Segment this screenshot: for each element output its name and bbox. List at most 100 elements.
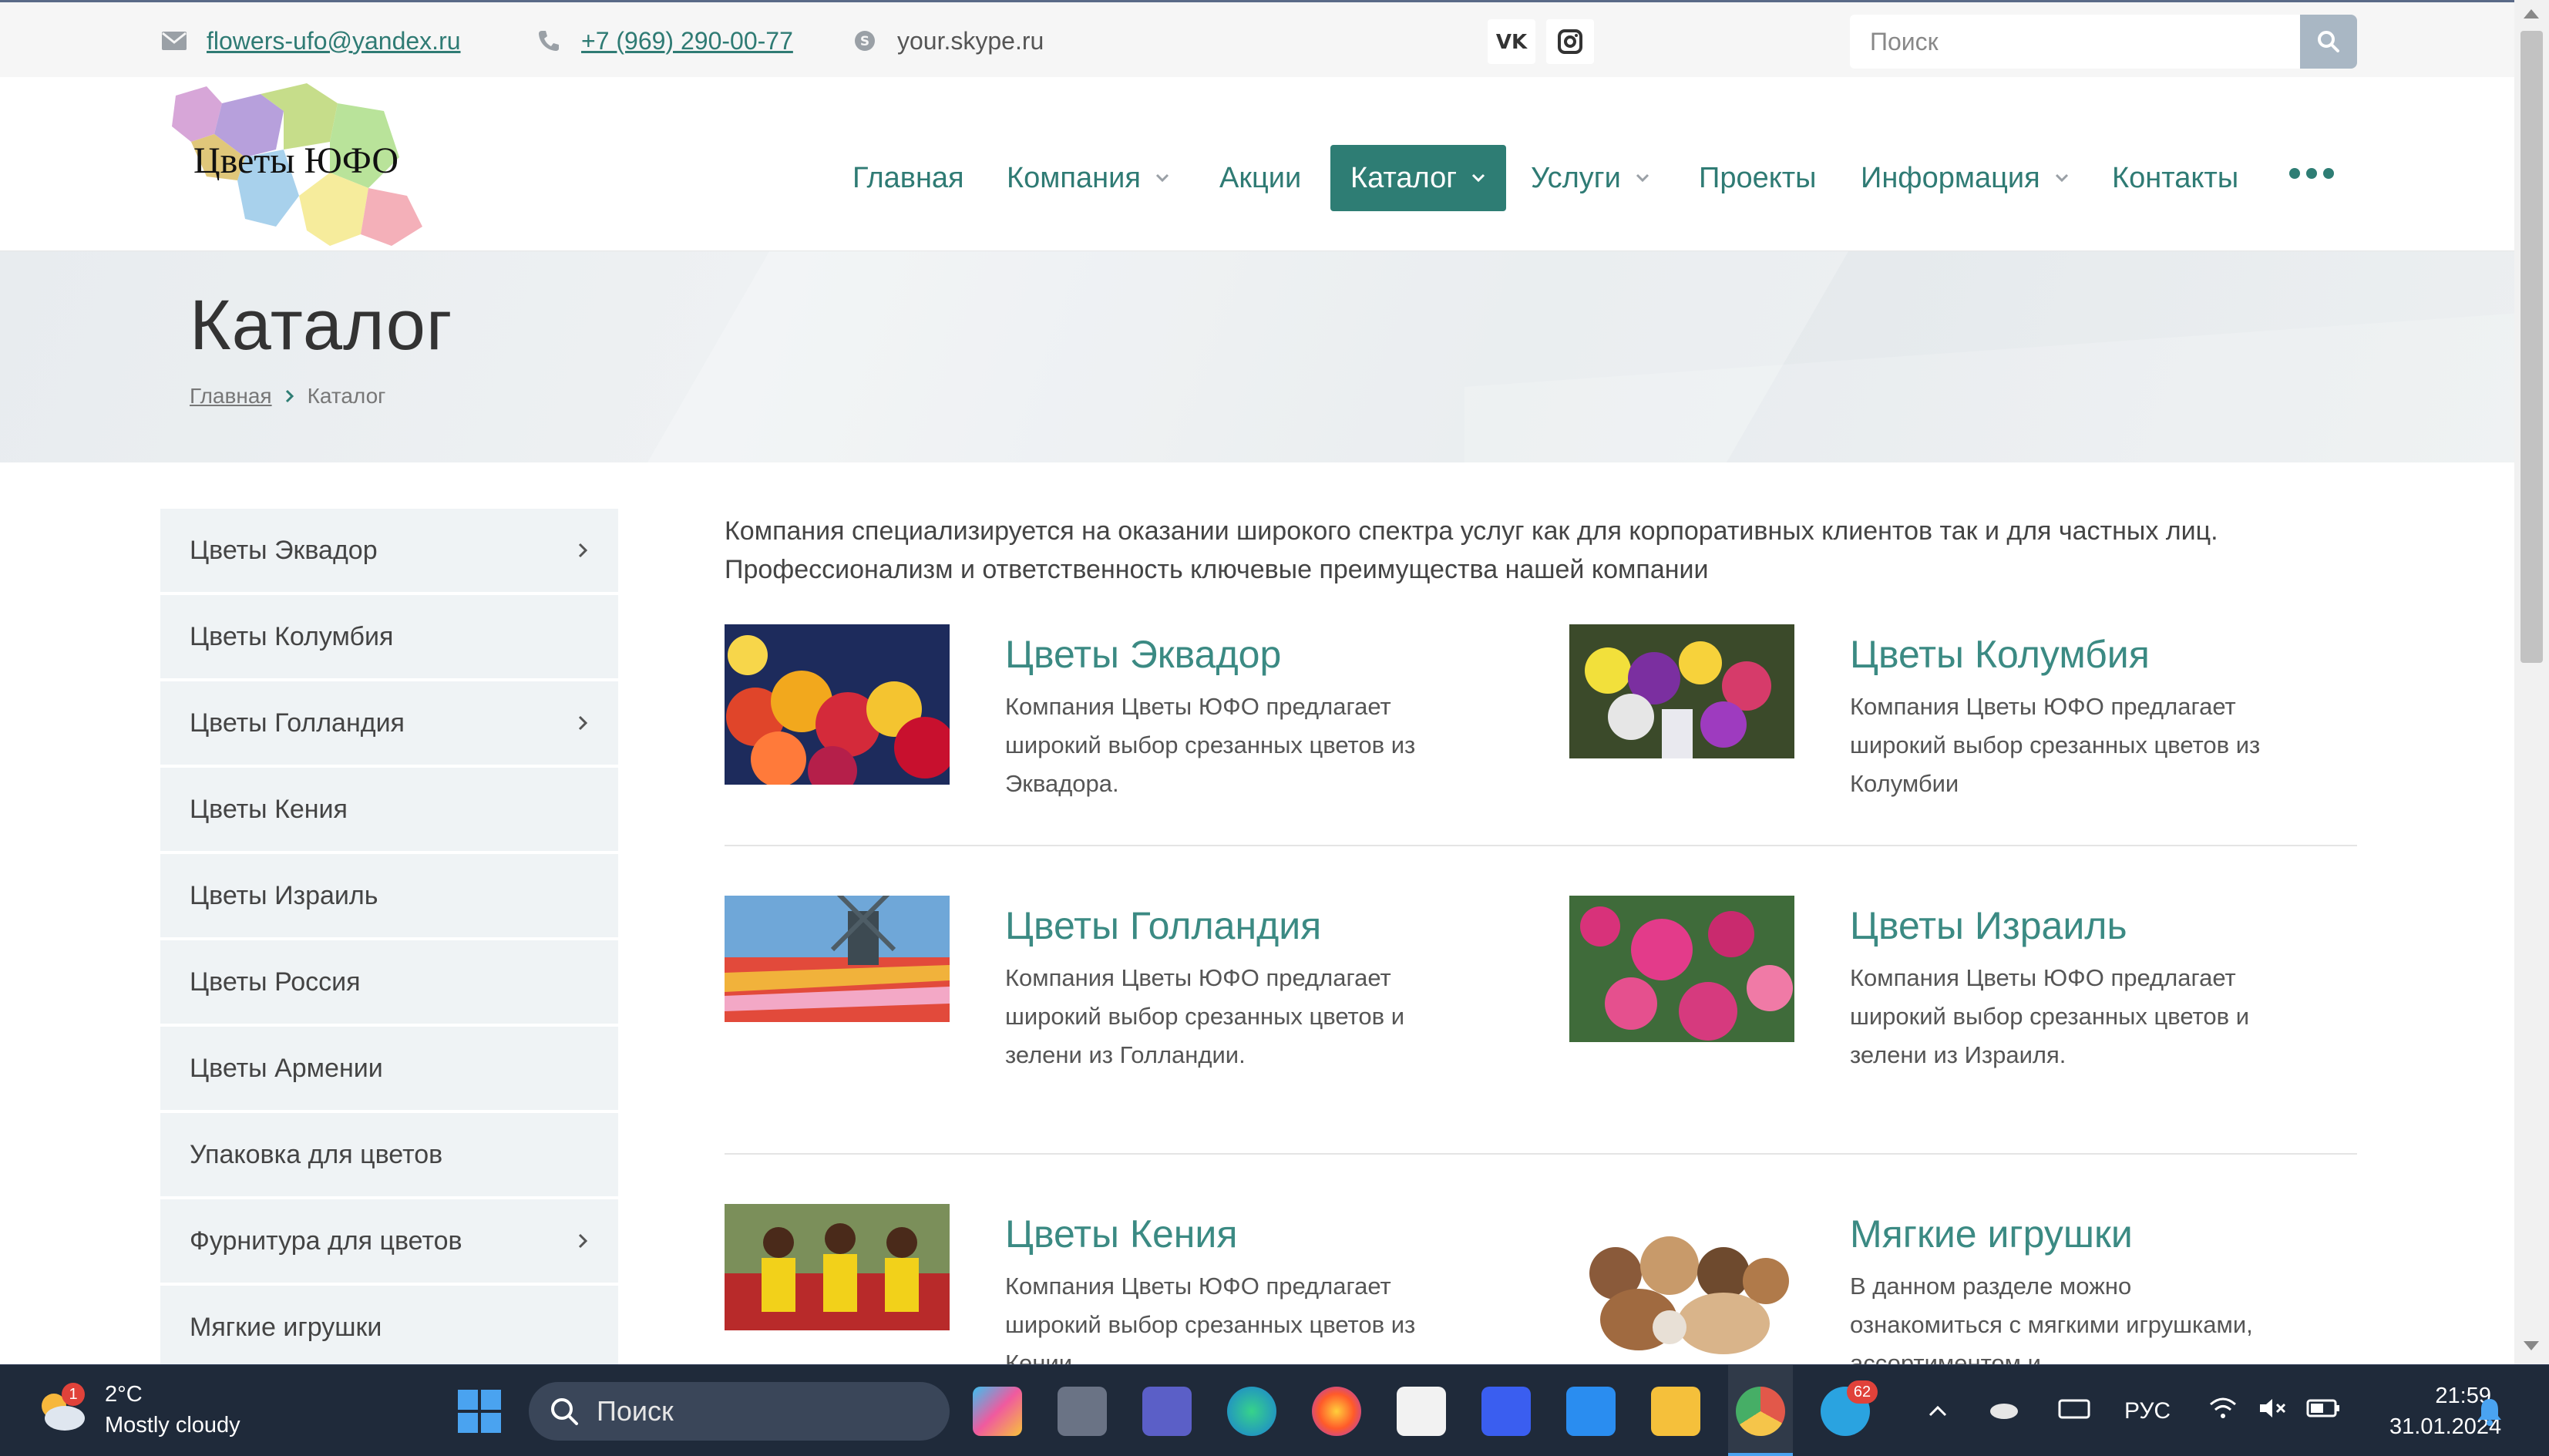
card-title[interactable]: Мягкие игрушки: [1850, 1212, 2133, 1256]
sidebar-item-label: Цветы Колумбия: [190, 621, 394, 651]
nav-item-projects[interactable]: Проекты: [1699, 145, 1816, 211]
edge-icon[interactable]: [1227, 1387, 1276, 1436]
svg-text:VK: VK: [1496, 32, 1528, 52]
site-search-input[interactable]: Поиск: [1850, 15, 2300, 69]
nav-label: Проекты: [1699, 161, 1817, 194]
nav-item-catalog[interactable]: Каталог: [1330, 145, 1507, 211]
card-image[interactable]: [1569, 896, 1794, 1042]
sidebar-item-israel[interactable]: Цветы Израиль: [160, 854, 618, 937]
svg-text:S: S: [860, 34, 869, 49]
instagram-button[interactable]: [1546, 19, 1594, 64]
input-language[interactable]: РУС: [2124, 1398, 2171, 1424]
card-description: Компания Цветы ЮФО предлагает широкий вы…: [1005, 964, 1405, 1068]
weather-widget[interactable]: 1 2°C Mostly cloudy: [34, 1379, 240, 1441]
sidebar-item-label: Цветы Армении: [190, 1053, 383, 1083]
search-icon: [2318, 31, 2339, 52]
copilot-icon[interactable]: [973, 1387, 1022, 1436]
windows-start-icon[interactable]: [455, 1387, 504, 1436]
chevron-down-icon: [1472, 173, 1485, 183]
card-description: Компания Цветы ЮФО предлагает широкий вы…: [1850, 693, 2261, 797]
phone-contact: +7 (969) 290-00-77: [535, 2, 793, 79]
card-title[interactable]: Цветы Колумбия: [1850, 632, 2150, 677]
site-search-button[interactable]: [2300, 15, 2357, 69]
battery-icon[interactable]: [2306, 1398, 2340, 1424]
app-icon[interactable]: [1481, 1387, 1531, 1436]
card-image[interactable]: [725, 896, 950, 1022]
chevron-right-icon: [578, 715, 588, 731]
nav-label: Информация: [1861, 161, 2040, 194]
sidebar-item-label: Упаковка для цветов: [190, 1139, 443, 1169]
telegram-icon[interactable]: 62: [1821, 1380, 1878, 1436]
card-image[interactable]: [1569, 624, 1794, 758]
weather-temperature: 2°C: [105, 1382, 143, 1407]
row-divider: [725, 845, 2357, 846]
show-hidden-icons-chevron-up-icon[interactable]: [1927, 1398, 1949, 1424]
microsoft-store-icon[interactable]: [1397, 1387, 1446, 1436]
telegram-badge: 62: [1847, 1380, 1878, 1404]
search-placeholder: Поиск: [1870, 27, 1939, 55]
card-title[interactable]: Цветы Голландия: [1005, 903, 1321, 948]
intro-line: Компания специализируется на оказании ши…: [725, 516, 2218, 546]
sidebar-item-accessories[interactable]: Фурнитура для цветов: [160, 1199, 618, 1283]
breadcrumb-home[interactable]: Главная: [190, 384, 272, 409]
catalog-intro: Компания специализируется на оказании ши…: [725, 512, 2359, 589]
sidebar-item-kenya[interactable]: Цветы Кения: [160, 768, 618, 851]
sidebar-item-russia[interactable]: Цветы Россия: [160, 940, 618, 1024]
volume-muted-icon[interactable]: [2257, 1397, 2288, 1426]
card-title[interactable]: Цветы Кения: [1005, 1212, 1237, 1256]
more-menu-icon[interactable]: [2289, 168, 2334, 179]
instagram-icon: [1558, 29, 1582, 54]
sidebar-item-label: Цветы Россия: [190, 967, 361, 997]
top-info-bar: flowers-ufo@yandex.ru +7 (969) 290-00-77…: [0, 0, 2514, 77]
onedrive-icon[interactable]: [1987, 1397, 2019, 1425]
nav-item-services[interactable]: Услуги: [1531, 145, 1650, 211]
page-scrollbar[interactable]: [2514, 0, 2549, 1364]
teams-icon[interactable]: [1142, 1387, 1192, 1436]
sidebar-item-label: Цветы Эквадор: [190, 535, 378, 565]
weather-cloudy-icon: 1: [34, 1383, 88, 1437]
sidebar-item-label: Цветы Израиль: [190, 880, 378, 910]
chevron-right-icon: [285, 389, 294, 403]
sidebar-item-packaging[interactable]: Упаковка для цветов: [160, 1113, 618, 1196]
logo-text: Цветы ЮФО: [193, 140, 398, 181]
scrollbar-thumb[interactable]: [2520, 31, 2543, 663]
nav-label: Каталог: [1350, 161, 1458, 194]
taskbar-search[interactable]: Поиск: [529, 1382, 950, 1441]
scroll-up-icon[interactable]: [2524, 9, 2539, 18]
nav-item-company[interactable]: Компания: [1007, 145, 1170, 211]
sidebar-item-armenia[interactable]: Цветы Армении: [160, 1027, 618, 1110]
site-logo[interactable]: Цветы ЮФО: [160, 80, 432, 251]
wifi-icon[interactable]: [2208, 1397, 2238, 1426]
nav-item-information[interactable]: Информация: [1861, 145, 2070, 211]
card-title[interactable]: Цветы Эквадор: [1005, 632, 1281, 677]
nav-item-home[interactable]: Главная: [852, 145, 964, 211]
file-explorer-icon[interactable]: [1651, 1387, 1700, 1436]
skype-contact: S your.skype.ru: [851, 2, 1044, 79]
scroll-down-icon[interactable]: [2524, 1341, 2539, 1350]
firefox-icon[interactable]: [1312, 1387, 1361, 1436]
card-image[interactable]: [725, 1204, 950, 1330]
card-description: Компания Цветы ЮФО предлагает широкий вы…: [1005, 693, 1416, 797]
phone-link[interactable]: +7 (969) 290-00-77: [581, 27, 793, 55]
sidebar-item-holland[interactable]: Цветы Голландия: [160, 681, 618, 765]
card-image[interactable]: [1569, 1204, 1794, 1358]
task-view-icon[interactable]: [1058, 1387, 1107, 1436]
sidebar-item-colombia[interactable]: Цветы Колумбия: [160, 595, 618, 678]
notifications-bell-icon[interactable]: [2476, 1396, 2504, 1431]
chevron-down-icon: [1636, 173, 1649, 183]
sidebar-item-ecuador[interactable]: Цветы Эквадор: [160, 509, 618, 592]
email-link[interactable]: flowers-ufo@yandex.ru: [207, 27, 461, 55]
breadcrumb-current: Каталог: [307, 384, 386, 408]
nav-item-contacts[interactable]: Контакты: [2112, 145, 2238, 211]
vk-icon: VK: [1496, 32, 1528, 52]
vk-button[interactable]: VK: [1488, 19, 1535, 64]
mail-icon[interactable]: [1566, 1387, 1616, 1436]
search-icon: [551, 1398, 578, 1425]
nav-item-promotions[interactable]: Акции: [1219, 145, 1301, 211]
keyboard-icon[interactable]: [2058, 1397, 2090, 1425]
card-image[interactable]: [725, 624, 950, 785]
nav-label: Контакты: [2112, 161, 2239, 194]
envelope-icon: [160, 27, 188, 55]
card-title[interactable]: Цветы Израиль: [1850, 903, 2127, 948]
sidebar-item-soft-toys[interactable]: Мягкие игрушки: [160, 1286, 618, 1369]
